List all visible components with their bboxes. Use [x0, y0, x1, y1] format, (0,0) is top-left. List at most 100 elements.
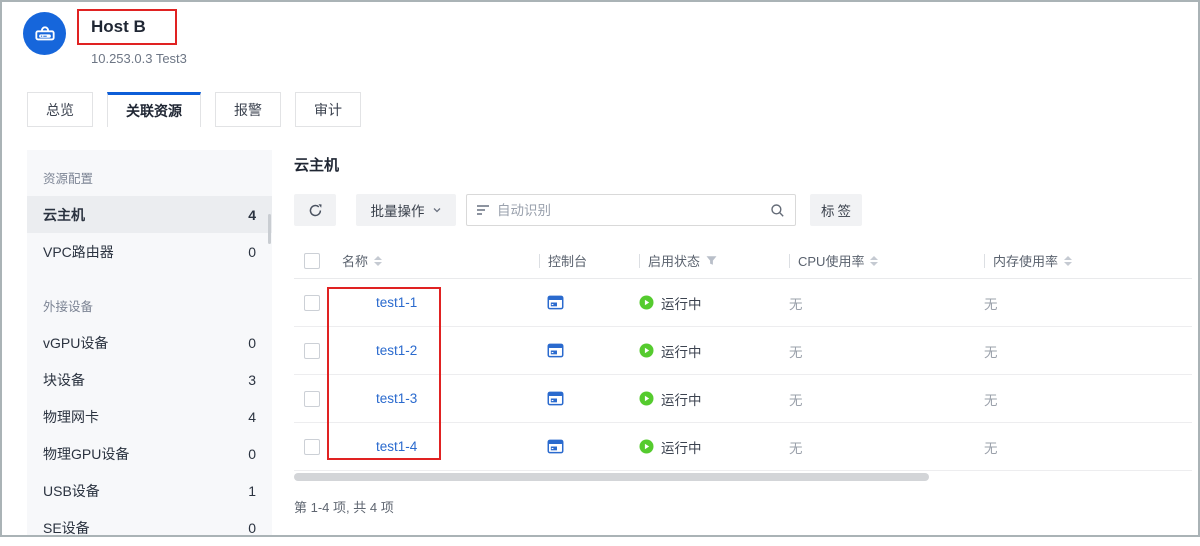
refresh-icon [308, 203, 323, 218]
chevron-down-icon [432, 205, 442, 215]
status-badge: 运行中 [639, 389, 702, 409]
column-header-memory[interactable]: 内存使用率 [984, 251, 1192, 270]
status-text: 运行中 [661, 341, 702, 361]
sidebar-item-vgpu[interactable]: vGPU设备 0 [27, 324, 272, 361]
sidebar-item-label: 物理网卡 [43, 407, 99, 427]
sidebar-scrollbar-thumb[interactable] [268, 214, 271, 244]
vm-table: 名称 控制台 启用状态 CPU使用率 内存使用率 [294, 243, 1192, 471]
table-row: test1-2 运行中 无 无 [294, 327, 1192, 375]
tab-related-resources[interactable]: 关联资源 [107, 92, 201, 127]
console-icon[interactable] [547, 342, 564, 359]
tab-alarms[interactable]: 报警 [215, 92, 281, 127]
row-checkbox[interactable] [304, 343, 320, 359]
cpu-usage-value: 无 [789, 293, 984, 313]
tag-button[interactable]: 标签 [810, 194, 862, 226]
sidebar-item-count: 4 [248, 409, 256, 425]
table-row: test1-3 运行中 无 无 [294, 375, 1192, 423]
running-status-icon [639, 343, 654, 358]
sidebar-item-se[interactable]: SE设备 0 [27, 509, 272, 546]
main-panel: 云主机 批量操作 [294, 150, 1192, 516]
horizontal-scrollbar [294, 473, 1192, 481]
console-icon[interactable] [547, 294, 564, 311]
bulk-actions-label: 批量操作 [371, 200, 425, 220]
column-header-status[interactable]: 启用状态 [639, 251, 789, 270]
column-label: CPU使用率 [798, 251, 864, 270]
column-divider [789, 254, 790, 268]
sidebar-item-physical-nic[interactable]: 物理网卡 4 [27, 398, 272, 435]
search-box[interactable] [466, 194, 796, 226]
search-icon[interactable] [770, 203, 785, 218]
sidebar-item-vm[interactable]: 云主机 4 [27, 196, 272, 233]
running-status-icon [639, 295, 654, 310]
status-text: 运行中 [661, 437, 702, 457]
running-status-icon [639, 439, 654, 454]
page-title: Host B [91, 17, 146, 37]
bulk-actions-button[interactable]: 批量操作 [356, 194, 456, 226]
status-badge: 运行中 [639, 293, 702, 313]
console-icon[interactable] [547, 438, 564, 455]
column-divider [539, 254, 540, 268]
tab-overview[interactable]: 总览 [27, 92, 93, 127]
column-divider [639, 254, 640, 268]
host-avatar [23, 12, 66, 55]
column-header-console: 控制台 [539, 251, 639, 270]
sidebar-item-label: vGPU设备 [43, 333, 108, 353]
sidebar-item-label: VPC路由器 [43, 242, 114, 262]
column-label: 名称 [342, 251, 368, 270]
table-row: test1-1 运行中 无 无 [294, 279, 1192, 327]
cpu-usage-value: 无 [789, 437, 984, 457]
cpu-usage-value: 无 [789, 389, 984, 409]
running-status-icon [639, 391, 654, 406]
toolbar: 批量操作 标签 [294, 194, 1192, 226]
status-badge: 运行中 [639, 341, 702, 361]
memory-usage-value: 无 [984, 341, 1192, 361]
sidebar-item-label: 块设备 [43, 370, 85, 390]
memory-usage-value: 无 [984, 293, 1192, 313]
search-input[interactable] [497, 203, 770, 218]
select-all-checkbox[interactable] [304, 253, 320, 269]
section-title: 云主机 [294, 154, 1192, 175]
row-checkbox[interactable] [304, 439, 320, 455]
sidebar-item-label: USB设备 [43, 481, 100, 501]
sidebar-item-count: 4 [248, 207, 256, 223]
refresh-button[interactable] [294, 194, 336, 226]
row-checkbox[interactable] [304, 295, 320, 311]
sidebar-item-count: 3 [248, 372, 256, 388]
vm-name-link[interactable]: test1-2 [376, 343, 417, 358]
memory-usage-value: 无 [984, 437, 1192, 457]
column-label: 控制台 [548, 251, 587, 270]
sidebar-item-label: 物理GPU设备 [43, 444, 129, 464]
status-text: 运行中 [661, 389, 702, 409]
vm-name-link[interactable]: test1-1 [376, 295, 417, 310]
sort-icon[interactable] [1064, 256, 1072, 266]
sidebar-item-usb[interactable]: USB设备 1 [27, 472, 272, 509]
sidebar-item-block-device[interactable]: 块设备 3 [27, 361, 272, 398]
host-icon [32, 21, 58, 47]
sidebar-item-label: 云主机 [43, 205, 85, 225]
sidebar-item-count: 0 [248, 244, 256, 260]
sidebar-item-count: 0 [248, 335, 256, 351]
status-badge: 运行中 [639, 437, 702, 457]
column-divider [984, 254, 985, 268]
sidebar-group-resource-config: 资源配置 [27, 156, 272, 196]
pagination-summary: 第 1-4 项, 共 4 项 [294, 497, 1192, 516]
sidebar-item-physical-gpu[interactable]: 物理GPU设备 0 [27, 435, 272, 472]
vm-name-link[interactable]: test1-3 [376, 391, 417, 406]
tab-audit[interactable]: 审计 [295, 92, 361, 127]
row-checkbox[interactable] [304, 391, 320, 407]
search-filter-icon [477, 205, 489, 215]
vm-name-link[interactable]: test1-4 [376, 439, 417, 454]
sidebar-item-vpc-router[interactable]: VPC路由器 0 [27, 233, 272, 270]
filter-funnel-icon[interactable] [706, 255, 717, 266]
host-subtitle: 10.253.0.3 Test3 [91, 51, 187, 66]
sort-icon[interactable] [374, 256, 382, 266]
sort-icon[interactable] [870, 256, 878, 266]
cpu-usage-value: 无 [789, 341, 984, 361]
column-header-name[interactable]: 名称 [342, 251, 539, 270]
column-header-cpu[interactable]: CPU使用率 [789, 251, 984, 270]
column-label: 内存使用率 [993, 251, 1058, 270]
console-icon[interactable] [547, 390, 564, 407]
sidebar: 资源配置 云主机 4 VPC路由器 0 外接设备 vGPU设备 0 块设备 3 … [27, 150, 272, 535]
sidebar-item-label: SE设备 [43, 518, 90, 538]
horizontal-scrollbar-thumb[interactable] [294, 473, 929, 481]
